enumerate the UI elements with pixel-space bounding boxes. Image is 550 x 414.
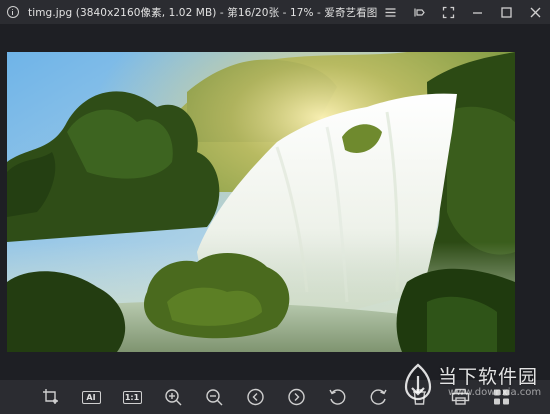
watermark-brand: 当下软件园	[438, 366, 539, 388]
zoom-in-icon[interactable]	[163, 388, 183, 406]
watermark: 当下软件园 www.downxia.com	[400, 356, 550, 412]
zoom-out-icon[interactable]	[204, 388, 224, 406]
ai-label: AI	[81, 390, 101, 404]
minimize-icon[interactable]	[463, 0, 492, 24]
image-viewport[interactable]	[0, 24, 550, 380]
fullscreen-icon[interactable]	[434, 0, 463, 24]
actual-size-label: 1:1	[122, 390, 142, 404]
info-icon[interactable]	[7, 6, 19, 18]
waterfall-photo[interactable]	[7, 52, 515, 352]
ai-button[interactable]: AI	[81, 388, 101, 406]
title-bar: timg.jpg (3840x2160像素, 1.02 MB) - 第16/20…	[0, 0, 550, 24]
pin-icon[interactable]	[405, 0, 434, 24]
window-controls	[376, 0, 550, 24]
crop-icon[interactable]	[41, 388, 61, 406]
previous-icon[interactable]	[245, 388, 265, 406]
rotate-left-icon[interactable]	[327, 388, 347, 406]
menu-icon[interactable]	[376, 0, 405, 24]
next-icon[interactable]	[286, 388, 306, 406]
watermark-logo-icon	[404, 363, 432, 401]
maximize-icon[interactable]	[492, 0, 521, 24]
close-icon[interactable]	[521, 0, 550, 24]
rotate-right-icon[interactable]	[368, 388, 388, 406]
watermark-domain: www.downxia.com	[448, 387, 542, 398]
window-title: timg.jpg (3840x2160像素, 1.02 MB) - 第16/20…	[28, 6, 378, 19]
actual-size-button[interactable]: 1:1	[122, 388, 142, 406]
